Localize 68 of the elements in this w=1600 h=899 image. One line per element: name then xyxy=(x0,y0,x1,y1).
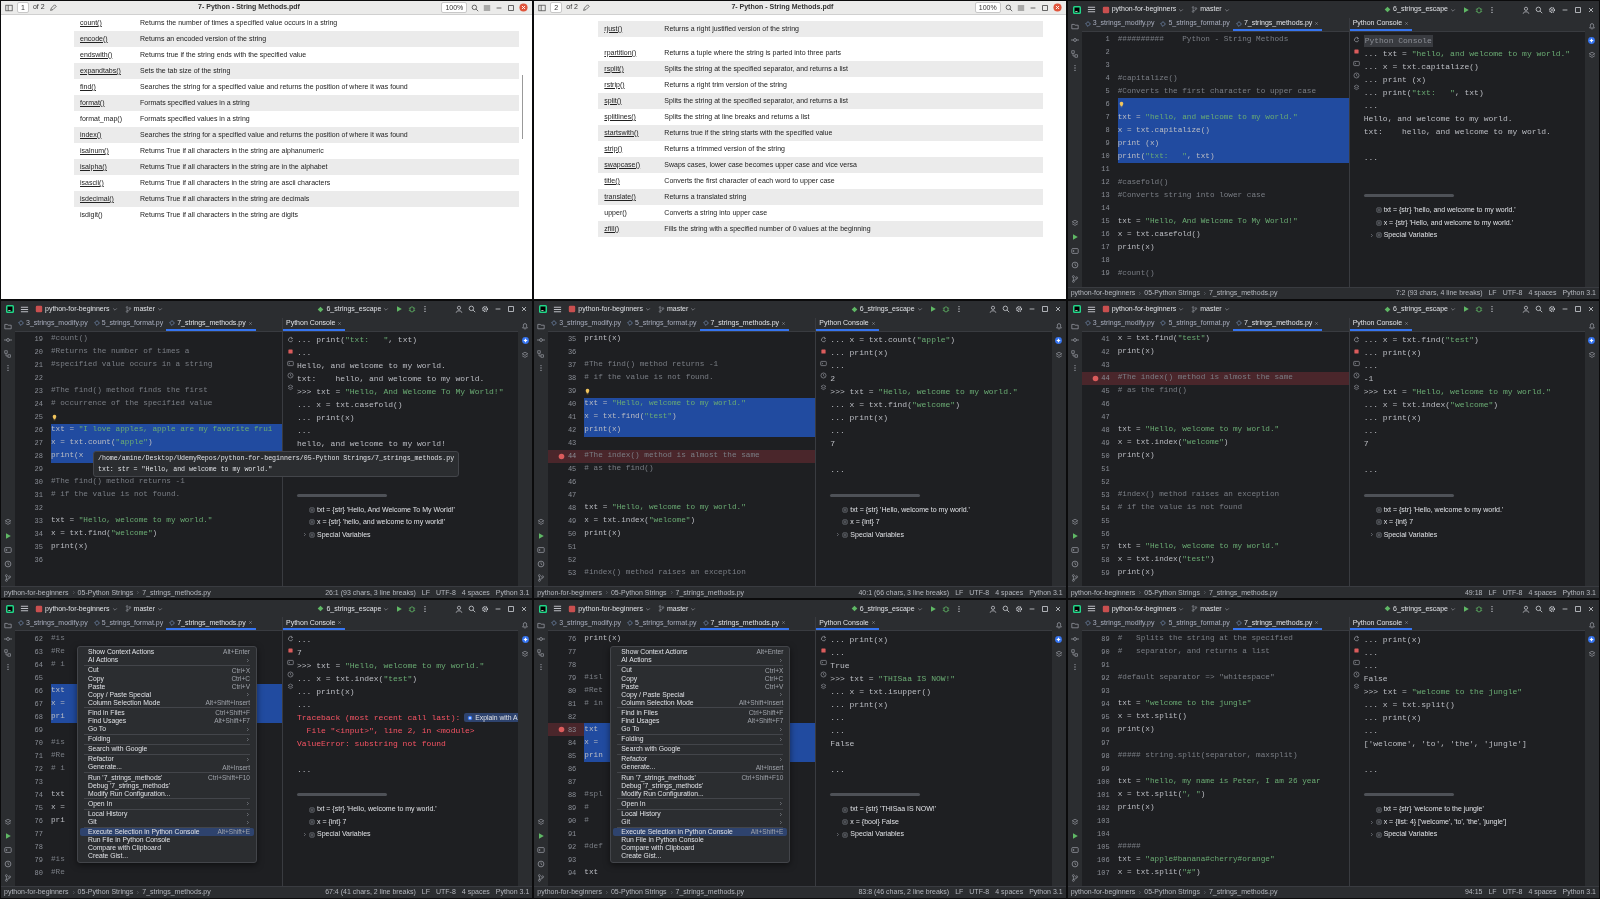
console-text: Hello, and welcome to my world. xyxy=(1363,112,1513,125)
console-text: ... xyxy=(830,464,845,477)
console-text: ... xyxy=(1363,646,1379,659)
console-text: txt: hello, and welcome to my world. xyxy=(297,373,485,386)
console-text: False xyxy=(830,737,855,750)
console-text: ... xyxy=(1363,425,1379,438)
console-text: ... x = txt.capitalize() xyxy=(1363,60,1479,73)
console-text: ... xyxy=(830,724,845,737)
console-text: ... txt = "hello, and welcome to my world." xyxy=(1363,47,1571,60)
console-text: >>> txt = "Hello, welcome to my world." xyxy=(297,659,485,672)
console-text: ... x = txt.index("test") xyxy=(297,672,418,685)
console-text: >>> txt = "Hello, And Welcome To My World!" xyxy=(297,386,504,399)
console-text: ... print(x) xyxy=(297,412,355,425)
console-text: ... xyxy=(297,763,312,776)
console-text: ... print(x) xyxy=(1363,633,1422,646)
console-text: 7 xyxy=(1363,438,1369,451)
console-text: ... print(x) xyxy=(1363,412,1422,425)
console-text: Python Console xyxy=(1363,34,1433,47)
console-text: ... xyxy=(1363,360,1379,373)
console-text: ... xyxy=(1363,763,1379,776)
console-text: ... xyxy=(830,646,845,659)
console-text: ... print(x) xyxy=(830,698,888,711)
console-text: Hello, and welcome to my world. xyxy=(297,360,446,373)
console-text: ... x = txt.index("welcome") xyxy=(1363,399,1499,412)
console-text: >>> txt = "Hello, welcome to my world." xyxy=(830,386,1018,399)
console-text: ['welcome', 'to', 'the', 'jungle'] xyxy=(1363,737,1527,750)
console-text: >>> txt = "THISaa IS NOW!" xyxy=(830,672,956,685)
console-text: ... x = txt.find("test") xyxy=(1363,334,1479,347)
console-text: ... xyxy=(1363,659,1379,672)
console-text: >>> txt = "welcome to the jungle" xyxy=(1363,685,1523,698)
console-text: ... xyxy=(1363,724,1379,737)
console-text: 2 xyxy=(830,373,836,386)
console-text: ... xyxy=(1363,151,1379,164)
console-text: ... print(x) xyxy=(830,347,888,360)
console-text: ... xyxy=(297,347,312,360)
console-text: ... print(x) xyxy=(830,412,888,425)
console-text: -1 xyxy=(1363,373,1374,386)
console-text: ValueError: substring not found xyxy=(297,737,446,750)
console-text: ... x = txt.find("welcome") xyxy=(830,399,960,412)
console-text: ... print(x) xyxy=(297,685,355,698)
console-text: >>> txt = "Hello, welcome to my world." xyxy=(1363,386,1551,399)
console-text: False xyxy=(1363,672,1388,685)
console-text: ... xyxy=(830,711,845,724)
console-text: Traceback (most recent call last): xyxy=(297,711,461,724)
console-text: ... xyxy=(297,633,312,646)
console-text: ... print(x) xyxy=(830,633,888,646)
console-text: File "<input>", line 2, in <module> xyxy=(305,724,475,737)
console-text: ... xyxy=(830,360,845,373)
console-text: True xyxy=(830,659,850,672)
console-text: hello, and welcome to my world! xyxy=(297,438,446,451)
console-text: ... xyxy=(830,763,845,776)
console-text: ... x = txt.split() xyxy=(1363,698,1455,711)
console-text: ... xyxy=(1363,99,1379,112)
console-text: 7 xyxy=(297,646,302,659)
console-text: ... print("txt: ", txt) xyxy=(297,334,418,347)
console-text: ... x = txt.count("apple") xyxy=(830,334,956,347)
console-text: ... x = txt.isupper() xyxy=(830,685,932,698)
console-text: ... print(x) xyxy=(1363,347,1422,360)
console-text: 7 xyxy=(830,438,836,451)
console-text: ... print(x) xyxy=(1363,711,1422,724)
console-text: ... x = txt.casefold() xyxy=(297,399,403,412)
console-text: ... xyxy=(297,425,312,438)
console-text: ... print (x) xyxy=(1363,73,1427,86)
console-text: txt: hello, and welcome to my world. xyxy=(1363,125,1551,138)
console-text: ... xyxy=(830,425,845,438)
console-text: ... xyxy=(297,698,312,711)
console-text: ... print("txt: ", txt) xyxy=(1363,86,1484,99)
console-text: ... xyxy=(1363,464,1379,477)
